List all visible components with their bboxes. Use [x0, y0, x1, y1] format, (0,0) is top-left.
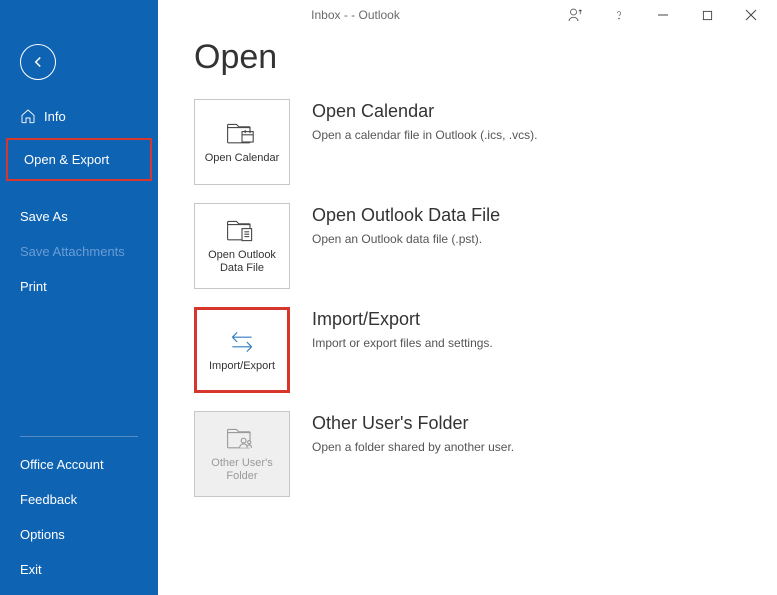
coming-soon-button[interactable] — [553, 0, 597, 30]
option-open-data-file-title: Open Outlook Data File — [312, 205, 500, 226]
nav-open-export-label: Open & Export — [24, 152, 109, 167]
nav-info[interactable]: Info — [0, 98, 158, 134]
tile-open-data-file[interactable]: Open Outlook Data File — [194, 203, 290, 289]
titlebar-text: Inbox - - Outlook — [158, 8, 553, 22]
maximize-button[interactable] — [685, 0, 729, 30]
close-button[interactable] — [729, 0, 773, 30]
option-other-user-desc: Open a folder shared by another user. — [312, 440, 514, 454]
home-icon — [20, 108, 36, 124]
option-import-export-title: Import/Export — [312, 309, 493, 330]
option-open-calendar: Open Calendar Open Calendar Open a calen… — [194, 99, 741, 185]
minimize-button[interactable] — [641, 0, 685, 30]
nav-save-attachments: Save Attachments — [0, 234, 158, 269]
nav-office-account[interactable]: Office Account — [0, 447, 158, 482]
backstage-sidebar: Info Open & Export Save As Save Attachme… — [0, 0, 158, 595]
tile-other-user: Other User's Folder — [194, 411, 290, 497]
nav-info-label: Info — [44, 109, 66, 124]
nav-save-as[interactable]: Save As — [0, 199, 158, 234]
nav-save-attachments-label: Save Attachments — [20, 244, 125, 259]
option-import-export: Import/Export Import/Export Import or ex… — [194, 307, 741, 393]
nav-print-label: Print — [20, 279, 47, 294]
option-open-data-file-desc: Open an Outlook data file (.pst). — [312, 232, 500, 246]
nav-options[interactable]: Options — [0, 517, 158, 552]
nav-feedback-label: Feedback — [20, 492, 77, 507]
main-area: Inbox - - Outlook Open — [158, 0, 777, 595]
calendar-folder-icon — [226, 120, 258, 148]
nav-exit-label: Exit — [20, 562, 42, 577]
tile-open-calendar-label: Open Calendar — [205, 152, 280, 165]
import-export-icon — [226, 328, 258, 356]
tile-open-calendar[interactable]: Open Calendar — [194, 99, 290, 185]
help-button[interactable] — [597, 0, 641, 30]
option-open-calendar-title: Open Calendar — [312, 101, 537, 122]
nav-feedback[interactable]: Feedback — [0, 482, 158, 517]
tile-import-export-label: Import/Export — [209, 360, 275, 373]
tile-import-export[interactable]: Import/Export — [194, 307, 290, 393]
option-other-user-title: Other User's Folder — [312, 413, 514, 434]
page-title: Open — [194, 38, 741, 77]
option-import-export-desc: Import or export files and settings. — [312, 336, 493, 350]
content: Open Open Calendar Open Calendar Open a … — [158, 30, 777, 535]
nav-exit[interactable]: Exit — [0, 552, 158, 587]
back-button[interactable] — [20, 44, 56, 80]
data-file-folder-icon — [226, 217, 258, 245]
sidebar-divider — [20, 436, 138, 437]
nav-open-export[interactable]: Open & Export — [6, 138, 152, 181]
other-user-folder-icon — [226, 425, 258, 453]
option-other-user: Other User's Folder Other User's Folder … — [194, 411, 741, 497]
nav-save-as-label: Save As — [20, 209, 68, 224]
option-open-calendar-desc: Open a calendar file in Outlook (.ics, .… — [312, 128, 537, 142]
nav-print[interactable]: Print — [0, 269, 158, 304]
nav-options-label: Options — [20, 527, 65, 542]
nav-office-account-label: Office Account — [20, 457, 104, 472]
tile-other-user-label: Other User's Folder — [199, 457, 285, 483]
titlebar: Inbox - - Outlook — [158, 0, 777, 30]
option-open-data-file: Open Outlook Data File Open Outlook Data… — [194, 203, 741, 289]
tile-open-data-file-label: Open Outlook Data File — [199, 249, 285, 275]
